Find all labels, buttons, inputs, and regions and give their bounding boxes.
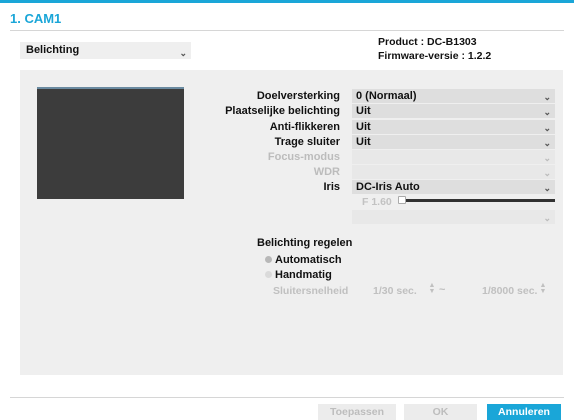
firmware-label: Firmware-versie : 1.2.2 <box>378 50 492 62</box>
slow-shutter-dropdown[interactable]: Uit ⌄ <box>352 135 555 149</box>
slow-shutter-value: Uit <box>356 136 371 148</box>
settings-menu-dropdown[interactable]: Belichting ⌄ <box>20 42 191 59</box>
radio-manual-label: Handmatig <box>275 269 332 281</box>
iris-value: DC-Iris Auto <box>356 181 420 193</box>
f-number-slider-handle[interactable] <box>398 196 406 204</box>
device-info: Product : DC-B1303 Firmware-versie : 1.2… <box>378 35 491 63</box>
focus-mode-dropdown[interactable]: ⌄ <box>352 150 555 164</box>
shutter-max-value[interactable]: 1/8000 sec. <box>482 285 537 297</box>
local-exposure-dropdown[interactable]: Uit ⌄ <box>352 104 555 118</box>
window-top-accent <box>0 0 574 3</box>
gain-label: Doelversterking <box>256 90 340 102</box>
radio-selected-icon <box>265 255 272 263</box>
slow-shutter-label: Trage sluiter <box>274 136 340 148</box>
f-number-slider-track[interactable] <box>405 199 555 202</box>
exposure-control-heading: Belichting regelen <box>257 237 353 249</box>
chevron-down-icon: ⌄ <box>543 213 551 223</box>
wdr-dropdown[interactable]: ⌄ <box>352 165 555 179</box>
wdr-label: WDR <box>313 166 340 178</box>
chevron-down-icon: ⌄ <box>543 138 551 148</box>
chevron-down-icon: ⌄ <box>543 123 551 133</box>
local-exposure-value: Uit <box>356 105 371 117</box>
preview-top-line <box>37 87 184 89</box>
chevron-down-icon: ⌄ <box>543 183 551 193</box>
gain-value: 0 (Normaal) <box>356 90 417 102</box>
f-number-label: F 1.60 <box>362 196 392 208</box>
gain-dropdown[interactable]: 0 (Normaal) ⌄ <box>352 89 555 103</box>
radio-manual[interactable]: Handmatig <box>265 268 332 282</box>
shutter-speed-label: Sluitersnelheid <box>273 285 349 297</box>
footer-divider <box>10 397 564 398</box>
anti-flicker-label: Anti-flikkeren <box>269 121 340 133</box>
shutter-min-spinner-icon[interactable]: ▲ ▼ <box>428 282 436 295</box>
chevron-down-icon: ⌄ <box>543 153 551 163</box>
iris-extra-dropdown[interactable]: ⌄ <box>352 210 555 224</box>
settings-menu-value: Belichting <box>26 44 80 56</box>
chevron-down-icon: ⌄ <box>543 92 551 102</box>
iris-dropdown[interactable]: DC-Iris Auto ⌄ <box>352 180 555 194</box>
radio-unselected-icon <box>265 270 272 278</box>
product-label: Product : DC-B1303 <box>378 36 477 48</box>
title-divider <box>10 30 564 31</box>
chevron-down-icon: ⌄ <box>543 168 551 178</box>
anti-flicker-value: Uit <box>356 121 371 133</box>
range-separator: ~ <box>439 284 446 296</box>
iris-label: Iris <box>323 181 340 193</box>
camera-preview <box>37 87 184 199</box>
radio-automatic[interactable]: Automatisch <box>265 253 342 267</box>
chevron-down-icon: ⌄ <box>543 107 551 117</box>
shutter-min-value[interactable]: 1/30 sec. <box>373 285 417 297</box>
radio-automatic-label: Automatisch <box>275 254 342 266</box>
local-exposure-label: Plaatselijke belichting <box>225 105 340 117</box>
focus-mode-label: Focus-modus <box>267 151 340 163</box>
chevron-down-icon: ⌄ <box>179 48 187 58</box>
window-title: 1. CAM1 <box>10 11 62 26</box>
anti-flicker-dropdown[interactable]: Uit ⌄ <box>352 120 555 134</box>
shutter-max-spinner-icon[interactable]: ▲ ▼ <box>539 282 547 295</box>
